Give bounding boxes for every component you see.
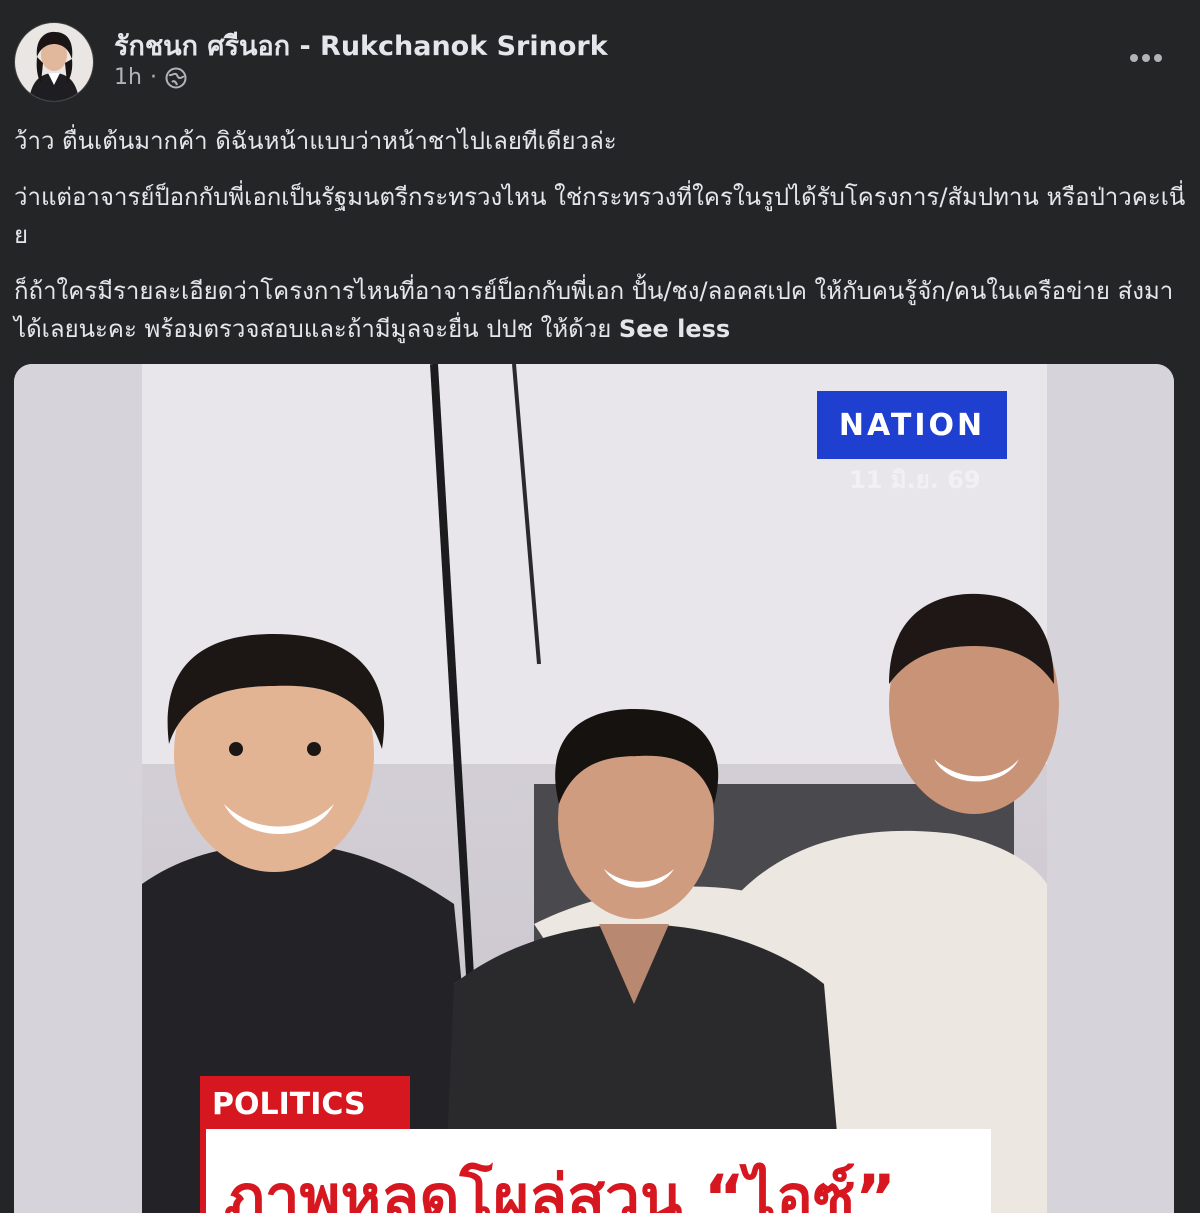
photo-illustration [14,364,1174,1213]
post-paragraph: ก็ถ้าใครมีรายละเอียดว่าโครงการไหนที่อาจา… [14,277,1174,343]
post-header: รักชนก ศรีนอก - Rukchanok Srinork 1h · [14,18,1186,108]
post-paragraph: ว่าแต่อาจารย์ป็อกกับพี่เอกเป็นรัฐมนตรีกร… [14,183,1186,249]
nation-logo: NATION [817,391,1007,459]
author-name[interactable]: รักชนก ศรีนอก - Rukchanok Srinork [114,24,608,67]
post-text: ว้าว ตื่นเต้นมากค้า ดิฉันหน้าแบบว่าหน้าช… [14,122,1186,366]
avatar-image [15,23,93,101]
post-paragraph: ว้าว ตื่นเต้นมากค้า ดิฉันหน้าแบบว่าหน้าช… [14,127,617,155]
more-options-icon[interactable] [1126,48,1166,68]
globe-icon[interactable] [165,67,187,89]
post-meta: 1h · [114,65,187,90]
politics-tag: POLITICS [200,1076,410,1132]
meta-separator: · [149,65,157,90]
news-date: 11 มิ.ย. 69 [849,466,981,494]
headline-text: ภาพหลุดโผล่สวน “ไอซ์” [224,1161,896,1213]
post-time[interactable]: 1h [114,65,142,90]
headline-banner: ภาพหลุดโผล่สวน “ไอซ์” [200,1129,991,1213]
see-less-link[interactable]: See less [619,315,730,343]
author-avatar[interactable] [14,22,94,102]
post-image[interactable]: NATION 11 มิ.ย. 69 POLITICS ภาพหลุดโผล่ส… [14,364,1174,1213]
facebook-post: รักชนก ศรีนอก - Rukchanok Srinork 1h · ว… [0,0,1200,1213]
